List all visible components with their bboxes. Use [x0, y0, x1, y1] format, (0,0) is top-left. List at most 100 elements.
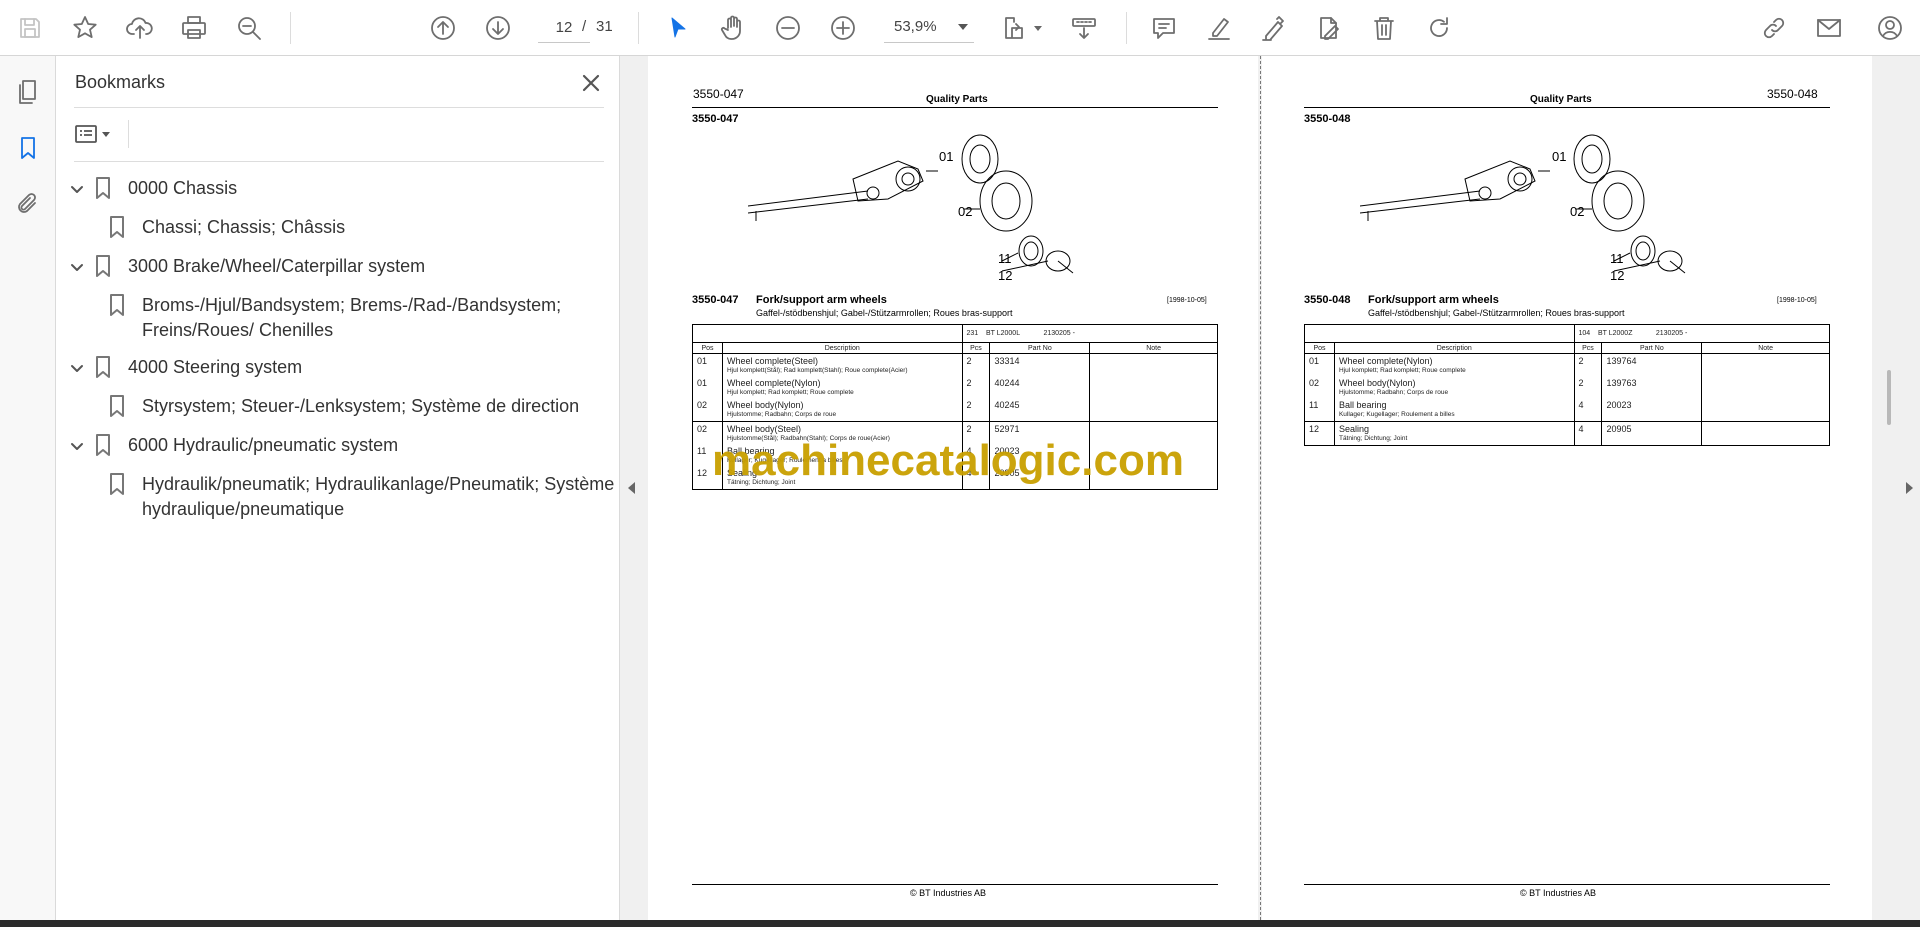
row-desc: Wheel body(Steel) — [726, 424, 802, 434]
bookmark-label-line1: Broms-/Hjul/Bandsystem; Brems-/Rad-/Band… — [142, 295, 562, 315]
hand-icon[interactable] — [715, 10, 751, 46]
pages-thumbnail-icon[interactable] — [10, 74, 46, 110]
row-pcs: 4 — [1578, 424, 1584, 434]
parts-drawing — [748, 134, 1074, 274]
hdr-serial: 2130205 - — [1655, 330, 1688, 337]
bookmark-icon — [108, 215, 130, 239]
bookmark-label: 0000 Chassis — [128, 178, 238, 198]
bookmark-item-styrsystem[interactable]: Styrsystem; Steuer-/Lenksystem; Système … — [100, 394, 579, 419]
bookmark-icon — [108, 293, 130, 317]
attachment-icon[interactable] — [10, 186, 46, 222]
row-trans: Hjulstomme; Radbahn; Corps de roue — [726, 411, 837, 418]
highlight-icon[interactable] — [1201, 10, 1237, 46]
collapse-right-panel-icon[interactable] — [1906, 482, 1913, 494]
row-pcs: 2 — [966, 356, 972, 366]
print-icon[interactable] — [176, 10, 212, 46]
drawing-code: 3550-047 — [692, 113, 739, 125]
watermark-text: machinecatalogic.com — [712, 436, 1184, 485]
cursor-select-icon[interactable] — [660, 10, 696, 46]
row-part: 20023 — [1606, 400, 1632, 410]
arrow-down-icon[interactable] — [480, 10, 516, 46]
table-row-group: 01 02 11 Wheel complete(Nylon) Hjul komplet… — [1304, 353, 1830, 422]
vertical-scrollbar[interactable] — [1887, 370, 1891, 425]
bookmark-label: Hydraulik/pneumatik; Hydraulikanlage/Pne… — [142, 472, 614, 522]
save-icon[interactable] — [12, 10, 48, 46]
hdr-model: BT L2000L — [985, 330, 1021, 337]
row-trans: Tätning; Dichtung; Joint — [1338, 435, 1408, 442]
chevron-down-icon[interactable] — [68, 258, 86, 276]
bookmark-item-6000[interactable]: 6000 Hydraulic/pneumatic system — [68, 433, 398, 458]
row-desc: Ball bearing — [1338, 400, 1387, 410]
bookmark-label-line1: Hydraulik/pneumatik; Hydraulikanlage/Pne… — [142, 474, 615, 494]
bookmark-item-4000[interactable]: 4000 Steering system — [68, 355, 302, 380]
row-pos: 01 — [697, 378, 708, 388]
collapse-left-panel-icon[interactable] — [628, 482, 635, 494]
page-total: 31 — [596, 18, 613, 35]
header-rule — [1304, 107, 1830, 108]
share-link-icon[interactable] — [1756, 10, 1792, 46]
delete-icon[interactable] — [1366, 10, 1402, 46]
list-options-icon — [75, 125, 97, 143]
hdr-num: 231 — [966, 330, 979, 337]
bookmark-label: 3000 Brake/Wheel/Caterpillar system — [128, 256, 426, 276]
comment-icon[interactable] — [1146, 10, 1182, 46]
row-pos: 11 — [1309, 400, 1319, 410]
section-code: 3550-047 — [692, 294, 739, 306]
row-pos: 12 — [1309, 424, 1320, 434]
bookmark-item-3000[interactable]: 3000 Brake/Wheel/Caterpillar system — [68, 254, 425, 279]
sign-icon[interactable] — [1256, 10, 1292, 46]
zoom-dropdown[interactable]: 53,9% — [884, 13, 974, 43]
row-trans: Hjul komplett; Rad komplett; Roue comple… — [1338, 367, 1466, 374]
row-desc: Sealing — [1338, 424, 1369, 434]
row-desc: Wheel complete(Nylon) — [726, 378, 821, 388]
bookmark-item-chassi[interactable]: Chassi; Chassis; Châssis — [100, 215, 345, 240]
section-title: Fork/support arm wheels — [756, 294, 887, 306]
row-pos: 02 — [1309, 378, 1320, 388]
zoom-out-icon[interactable] — [770, 10, 806, 46]
row-desc: Wheel body(Nylon) — [726, 400, 804, 410]
hdr-num: 104 — [1578, 330, 1591, 337]
row-pcs: 2 — [966, 400, 972, 410]
bookmark-star-icon[interactable] — [67, 10, 103, 46]
row-pos: 01 — [1309, 356, 1320, 366]
row-trans: Hjulstomme; Radbahn; Corps de roue — [1338, 389, 1449, 396]
upload-icon[interactable] — [122, 10, 158, 46]
bookmark-label: 4000 Steering system — [128, 357, 303, 377]
bookmarks-icon[interactable] — [10, 130, 46, 166]
mail-icon[interactable] — [1811, 10, 1847, 46]
col-pcs: Pcs — [1573, 342, 1603, 354]
row-pcs: 2 — [1578, 356, 1584, 366]
scroll-mode-icon[interactable] — [1066, 10, 1102, 46]
close-icon[interactable] — [576, 68, 606, 98]
rotate-icon[interactable] — [1421, 10, 1457, 46]
row-part: 33314 — [994, 356, 1020, 366]
page-number: 3550-047 — [693, 87, 744, 101]
arrow-up-icon[interactable] — [425, 10, 461, 46]
col-pos: Pos — [692, 342, 723, 354]
bookmark-options-button[interactable] — [74, 118, 122, 150]
table-row-group: 12 Sealing Tätning; Dichtung; Joint 4 209… — [1304, 421, 1830, 446]
bookmark-item-hydraulik[interactable]: Hydraulik/pneumatik; Hydraulikanlage/Pne… — [100, 472, 614, 522]
edit-icon[interactable] — [1311, 10, 1347, 46]
panel-title: Bookmarks — [75, 72, 166, 92]
fit-page-icon[interactable] — [995, 10, 1031, 46]
zoom-search-icon[interactable] — [231, 10, 267, 46]
chevron-down-icon[interactable] — [68, 359, 86, 377]
header-rule — [692, 107, 1218, 108]
col-desc: Description — [721, 342, 963, 354]
chevron-down-icon[interactable] — [68, 437, 86, 455]
chevron-down-icon[interactable] — [68, 180, 86, 198]
row-part: 139764 — [1606, 356, 1637, 366]
bookmark-item-0000[interactable]: 0000 Chassis — [68, 176, 237, 201]
row-desc: Wheel complete(Nylon) — [1338, 356, 1433, 366]
row-desc: Wheel complete(Steel) — [726, 356, 819, 366]
drawing-code: 3550-048 — [1304, 113, 1351, 125]
hdr-model: BT L2000Z — [1597, 330, 1633, 337]
callout-label: 02 — [958, 204, 973, 219]
account-icon[interactable] — [1872, 10, 1908, 46]
left-rail — [0, 56, 56, 920]
pdf-page-right: Quality Parts 3550-048 3550-048 01 02 11… — [1262, 56, 1872, 920]
row-part: 40244 — [994, 378, 1020, 388]
bookmark-item-broms[interactable]: Broms-/Hjul/Bandsystem; Brems-/Rad-/Band… — [100, 293, 561, 343]
zoom-in-icon[interactable] — [825, 10, 861, 46]
